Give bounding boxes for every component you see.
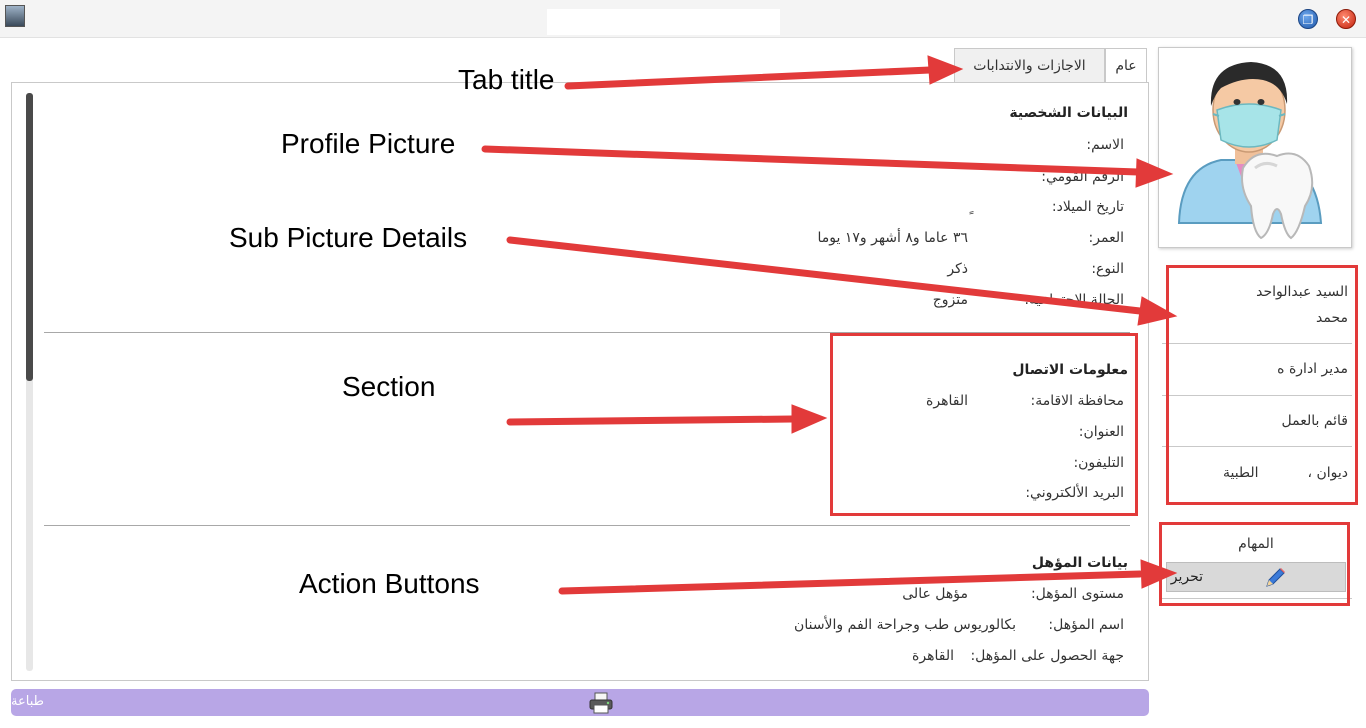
birthdate-label: تاريخ الميلاد:: [1051, 199, 1124, 215]
tab-general[interactable]: عام: [1105, 48, 1147, 83]
qualification-level-label: مستوى المؤهل:: [1030, 586, 1124, 602]
personal-row: تاريخ الميلاد: ٍ: [684, 199, 1124, 221]
gender-value: ذكر: [947, 261, 968, 277]
app-window: ❐ ✕ عام الاجازات والانتدابات البيانات ال…: [0, 0, 1366, 728]
marital-status-label: الحالة الاجتماعية:: [1024, 292, 1124, 308]
age-label: العمر:: [1088, 230, 1124, 246]
annotation-section: Section: [342, 371, 436, 402]
personal-row: العمر: ٣٦ عاما و٨ أشهر و١٧ يوما: [684, 230, 1124, 252]
personal-row: النوع: ذكر: [684, 261, 1124, 283]
actions-highlight-box: [1159, 522, 1350, 606]
national-id-label: الرقم القومي:: [1041, 169, 1124, 185]
name-label: الاسم:: [1086, 137, 1124, 153]
section-divider: [44, 525, 1130, 526]
print-label[interactable]: طباعة: [11, 694, 44, 709]
qualification-source-label: جهة الحصول على المؤهل:: [970, 648, 1124, 664]
personal-section-title: البيانات الشخصية: [1009, 105, 1128, 121]
annotation-profile-picture: Profile Picture: [281, 128, 456, 159]
personal-row: الرقم القومي:: [684, 169, 1124, 191]
app-icon: [5, 5, 25, 27]
personal-row: الاسم:: [684, 137, 1124, 159]
marital-status-value: متزوج: [932, 292, 968, 308]
qualification-row: اسم المؤهل: بكالوريوس طب وجراحة الفم وال…: [684, 617, 1124, 639]
gender-label: النوع:: [1091, 261, 1124, 277]
qualification-row: جهة الحصول على المؤهل: القاهرة: [684, 648, 1124, 670]
personal-row: الحالة الاجتماعية: متزوج: [684, 292, 1124, 314]
bottom-bar: طباعة: [11, 689, 1149, 716]
window-title-field: [547, 9, 780, 35]
section-highlight-box: [830, 333, 1138, 516]
title-bar: ❐ ✕: [0, 0, 1366, 38]
age-value: ٣٦ عاما و٨ أشهر و١٧ يوما: [817, 230, 968, 246]
details-highlight-box: [1166, 265, 1358, 505]
annotation-sub-picture-details: Sub Picture Details: [229, 222, 468, 253]
qualification-row: مستوى المؤهل: مؤهل عالى: [684, 586, 1124, 608]
profile-picture-card: [1158, 47, 1352, 248]
dentist-avatar-icon: [1177, 62, 1323, 240]
qualification-name-label: اسم المؤهل:: [1048, 617, 1124, 633]
scrollbar-thumb[interactable]: [26, 93, 33, 381]
qualification-name-value: بكالوريوس طب وجراحة الفم والأسنان: [794, 617, 1016, 633]
annotation-tab-title: Tab title: [458, 64, 555, 95]
qualification-section-title: بيانات المؤهل: [1031, 555, 1128, 571]
restore-window-icon[interactable]: ❐: [1298, 9, 1318, 29]
tab-leaves[interactable]: الاجازات والانتدابات: [954, 48, 1105, 83]
qualification-level-value: مؤهل عالى: [902, 586, 968, 602]
qualification-source-value: القاهرة: [912, 648, 954, 664]
printer-icon[interactable]: [588, 692, 614, 714]
close-window-icon[interactable]: ✕: [1336, 9, 1356, 29]
annotation-action-buttons: Action Buttons: [299, 568, 480, 599]
